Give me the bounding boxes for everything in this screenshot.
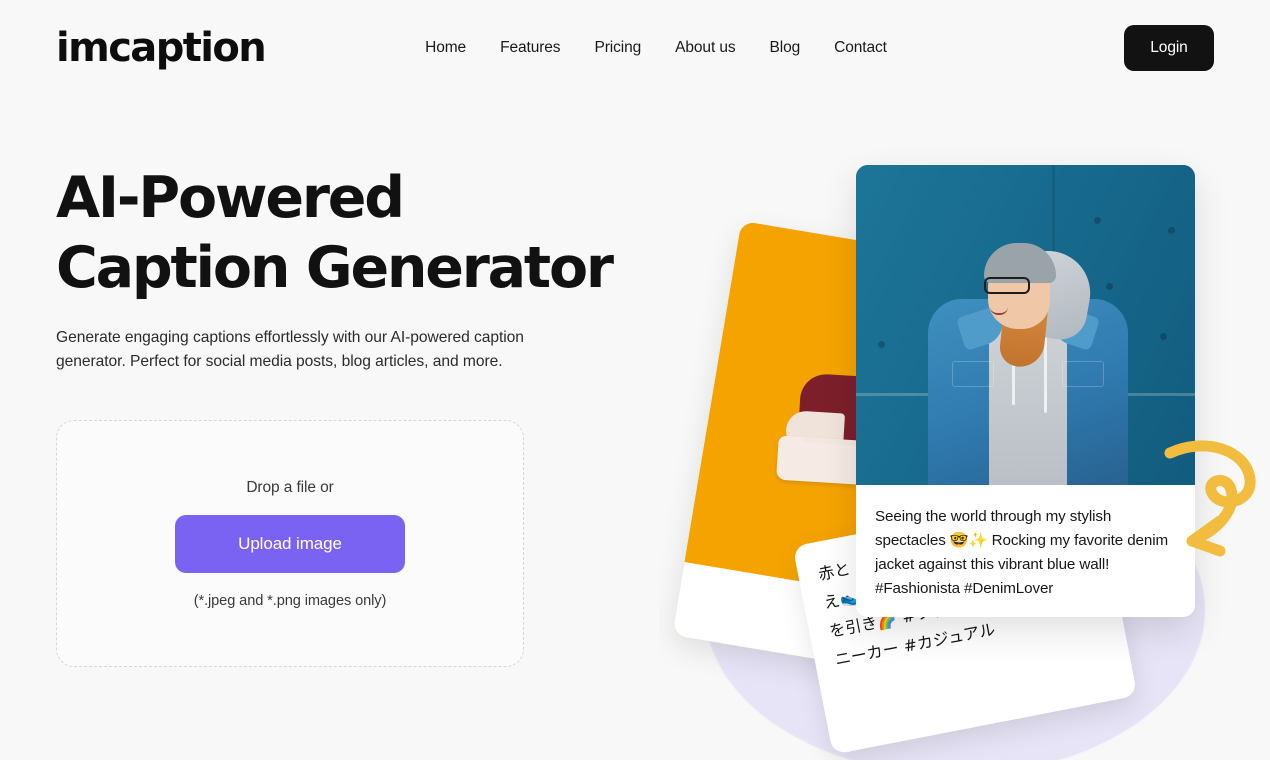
feature-photo-card: Seeing the world through my stylish spec… xyxy=(856,165,1195,617)
main-nav: Home Features Pricing About us Blog Cont… xyxy=(408,31,904,65)
dropzone-label: Drop a file or xyxy=(246,478,334,496)
nav-link-about-us[interactable]: About us xyxy=(658,31,752,65)
feature-caption-text: Seeing the world through my stylish spec… xyxy=(875,508,1169,597)
hero-subtitle: Generate engaging captions effortlessly … xyxy=(56,329,524,370)
file-dropzone[interactable]: Drop a file or Upload image (*.jpeg and … xyxy=(56,420,524,667)
nav-link-blog[interactable]: Blog xyxy=(753,31,818,65)
page-title: AI-Powered Caption Generator xyxy=(56,165,614,301)
login-button[interactable]: Login xyxy=(1124,24,1214,71)
brand-logo[interactable]: imcaption xyxy=(56,28,267,68)
nav-link-pricing[interactable]: Pricing xyxy=(577,31,658,65)
nav-link-home[interactable]: Home xyxy=(408,31,483,65)
hero-text-block: AI-Powered Caption Generator Generate en… xyxy=(56,163,616,374)
site-header: imcaption Home Features Pricing About us… xyxy=(0,0,1270,95)
nav-link-features[interactable]: Features xyxy=(483,31,577,65)
showcase-composition: 赤と え👟✨ パ を引き🌈 #ファッション ニーカー #カジュアル xyxy=(660,95,1270,760)
denim-jacket-woman-photo xyxy=(856,165,1195,485)
nav-link-contact[interactable]: Contact xyxy=(817,31,904,65)
dropzone-hint: (*.jpeg and *.png images only) xyxy=(193,592,387,609)
upload-image-button[interactable]: Upload image xyxy=(175,514,405,573)
